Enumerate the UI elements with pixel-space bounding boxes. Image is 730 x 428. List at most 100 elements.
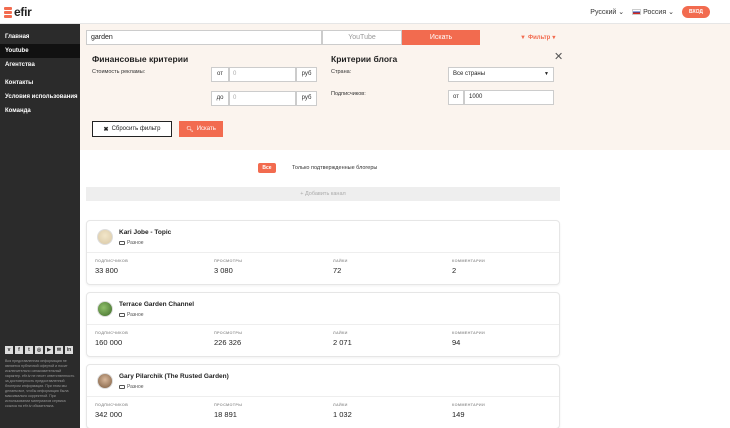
stat-label: КОММЕНТАРИИ xyxy=(452,259,485,263)
stat-value: 2 xyxy=(452,266,457,275)
stat-value: 1 032 xyxy=(333,410,352,419)
instagram-icon[interactable]: ◎ xyxy=(35,346,43,354)
reset-filter-button[interactable]: ✖ Сбросить фильтр xyxy=(92,121,172,137)
ad-cost-label: Стоимость рекламы: xyxy=(92,69,146,75)
search-icon: 🔍︎ xyxy=(186,126,194,133)
add-channel-button[interactable]: + Добавить канал xyxy=(86,187,560,201)
logo[interactable]: efir xyxy=(4,5,32,19)
sidebar: Главная Youtube Агентства Контакты Услов… xyxy=(0,24,80,428)
cost-from-currency: руб xyxy=(296,67,317,82)
vk-icon[interactable]: v xyxy=(5,346,13,354)
tag-icon xyxy=(119,313,125,317)
stat-views: ПРОСМОТРЫ 3 080 xyxy=(214,259,242,275)
subscribers-label: Подписчиков: xyxy=(331,91,366,97)
divider xyxy=(87,324,559,325)
sidebar-item-contacts[interactable]: Контакты xyxy=(0,76,80,90)
stat-label: КОММЕНТАРИИ xyxy=(452,403,485,407)
tag-icon xyxy=(119,385,125,389)
channel-card[interactable]: Kari Jobe - Topic Разное ПОДПИСЧИКОВ 33 8… xyxy=(86,220,560,285)
channel-name[interactable]: Kari Jobe - Topic xyxy=(119,229,171,236)
apply-filter-button[interactable]: 🔍︎ Искать xyxy=(179,121,223,137)
filter-toggle[interactable]: ▼ Фильтр ▾ xyxy=(520,34,556,42)
stat-label: ПОДПИСЧИКОВ xyxy=(95,403,129,407)
avatar xyxy=(97,301,113,317)
channel-card[interactable]: Gary Pilarchik (The Rusted Garden) Разно… xyxy=(86,364,560,428)
logo-icon xyxy=(4,6,12,18)
apply-filter-label: Искать xyxy=(196,126,216,132)
subs-from-prefix: от xyxy=(448,90,464,105)
channel-category-label: Разное xyxy=(127,312,144,318)
stat-label: КОММЕНТАРИИ xyxy=(452,331,485,335)
stat-label: ПРОСМОТРЫ xyxy=(214,259,243,263)
all-bloggers-toggle[interactable]: Все xyxy=(258,163,276,173)
funnel-icon: ▼ xyxy=(520,34,526,41)
channel-card[interactable]: Terrace Garden Channel Разное ПОДПИСЧИКО… xyxy=(86,292,560,357)
tag-icon xyxy=(119,241,125,245)
search-input[interactable]: garden xyxy=(86,30,322,45)
cost-to-input[interactable]: 0 xyxy=(229,91,296,106)
stat-label: ПОДПИСЧИКОВ xyxy=(95,331,129,335)
stat-views: ПРОСМОТРЫ 18 891 xyxy=(214,403,242,419)
stat-value: 226 326 xyxy=(214,338,242,347)
stat-value: 33 800 xyxy=(95,266,118,275)
filter-toggle-label: Фильтр xyxy=(527,34,551,41)
channel-category: Разное xyxy=(119,240,144,246)
sidebar-item-youtube[interactable]: Youtube xyxy=(0,44,80,58)
financial-criteria-title: Финансовые критерии xyxy=(92,54,189,64)
country-select[interactable]: Россия ⌄ xyxy=(632,8,674,16)
mail-icon[interactable]: ✉ xyxy=(55,346,63,354)
channel-name[interactable]: Terrace Garden Channel xyxy=(119,301,194,308)
chevron-down-icon: ▾ xyxy=(552,35,556,41)
channel-category-label: Разное xyxy=(127,240,144,246)
reset-filter-label: Сбросить фильтр xyxy=(111,126,161,132)
youtube-icon[interactable]: ▶ xyxy=(45,346,53,354)
social-links: v f t ◎ ▶ ✉ in xyxy=(5,346,73,354)
subs-from-input[interactable]: 1000 xyxy=(464,90,554,105)
results-area: Все Только подтвержденные блогеры + Доба… xyxy=(80,150,730,428)
linkedin-icon[interactable]: in xyxy=(65,346,73,354)
stat-label: ЛАЙКИ xyxy=(333,403,348,407)
country-dropdown[interactable]: Все страны ▼ xyxy=(448,67,554,82)
stat-subscribers: ПОДПИСЧИКОВ 342 000 xyxy=(95,403,128,419)
facebook-icon[interactable]: f xyxy=(15,346,23,354)
stat-label: ЛАЙКИ xyxy=(333,259,348,263)
disclaimer-text: Вся представленная информация не являетс… xyxy=(5,359,75,408)
channel-name[interactable]: Gary Pilarchik (The Rusted Garden) xyxy=(119,373,229,380)
avatar xyxy=(97,229,113,245)
close-icon: ✖ xyxy=(103,126,109,133)
sidebar-item-agencies[interactable]: Агентства xyxy=(0,58,80,72)
channel-category-label: Разное xyxy=(127,384,144,390)
cost-to-prefix: до xyxy=(211,91,229,106)
login-button[interactable]: ВХОД xyxy=(682,6,710,18)
channel-category: Разное xyxy=(119,312,144,318)
stat-value: 342 000 xyxy=(95,410,123,419)
stat-label: ПОДПИСЧИКОВ xyxy=(95,259,129,263)
logo-text: efir xyxy=(14,5,32,19)
sidebar-item-home[interactable]: Главная xyxy=(0,30,80,44)
stat-comments: КОММЕНТАРИИ 149 xyxy=(452,403,485,419)
cost-to-currency: руб xyxy=(296,91,317,106)
stat-label: ПРОСМОТРЫ xyxy=(214,403,243,407)
close-icon[interactable]: ✕ xyxy=(554,50,563,63)
stat-value: 72 xyxy=(333,266,342,275)
stat-value: 2 071 xyxy=(333,338,352,347)
stat-subscribers: ПОДПИСЧИКОВ 160 000 xyxy=(95,331,128,347)
cost-from-input[interactable]: 0 xyxy=(229,67,296,82)
search-button[interactable]: Искать xyxy=(402,30,480,45)
blog-criteria-title: Критерии блога xyxy=(331,54,398,64)
sidebar-item-team[interactable]: Команда xyxy=(0,104,80,118)
twitter-icon[interactable]: t xyxy=(25,346,33,354)
sidebar-item-terms[interactable]: Условия использования xyxy=(0,90,80,104)
stat-likes: ЛАЙКИ 72 xyxy=(333,259,348,275)
country-label: Россия xyxy=(643,8,667,16)
stat-value: 149 xyxy=(452,410,465,419)
platform-field[interactable]: YouTube xyxy=(322,30,402,45)
cost-from-prefix: от xyxy=(211,67,229,82)
stat-value: 3 080 xyxy=(214,266,233,275)
stat-label: ЛАЙКИ xyxy=(333,331,348,335)
chevron-down-icon: ⌄ xyxy=(618,9,625,16)
stat-value: 160 000 xyxy=(95,338,123,347)
stat-value: 18 891 xyxy=(214,410,237,419)
verified-only-label[interactable]: Только подтвержденные блогеры xyxy=(292,165,377,171)
language-select[interactable]: Русский ⌄ xyxy=(590,8,625,17)
